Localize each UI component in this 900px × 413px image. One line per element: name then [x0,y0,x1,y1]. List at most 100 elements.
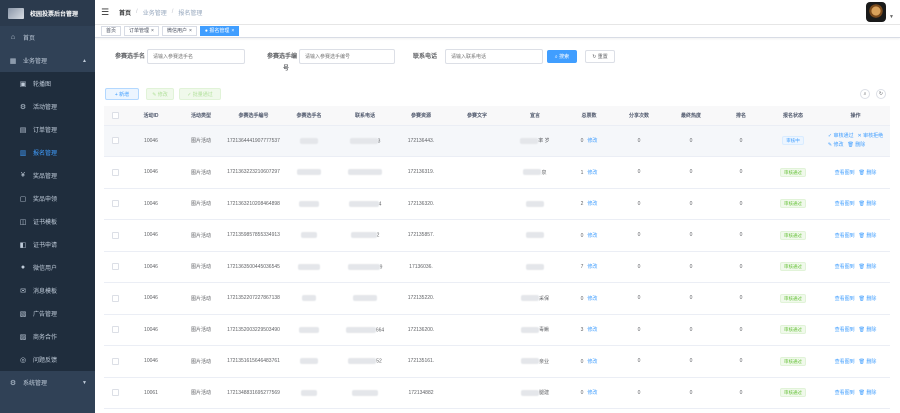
cell-declaration: 采保 [505,282,565,315]
column-header: 活动ID [126,106,176,126]
cell-contestant-name [281,156,337,189]
reset-button[interactable]: ↻ 重置 [585,50,615,63]
delete-button[interactable]: 🗑 删除 [859,327,877,333]
sidebar-item[interactable]: ⚙ 活动管理 [0,95,95,118]
table-row[interactable]: 10046 图片活动 1721363500445036545 9 17136036. 7 修… [104,251,890,283]
reject-button[interactable]: ✕ 审核拒绝 [858,133,884,139]
edit-votes-link[interactable]: 修改 [587,201,597,207]
table-row[interactable]: 10046 图片活动 1721351615646483761 52 172135161.… [104,345,890,378]
delete-button[interactable]: 🗑 删除 [859,201,877,207]
delete-button[interactable]: 🗑 删除 [859,359,877,365]
sidebar-item[interactable]: ◧ 证书申请 [0,233,95,256]
select-all-checkbox[interactable] [111,111,119,119]
delete-button[interactable]: 🗑 删除 [848,142,866,148]
delete-button[interactable]: 🗑 删除 [859,390,877,396]
edit-votes-link[interactable]: 修改 [587,138,597,144]
status-badge: 审核通过 [780,230,806,240]
search-button[interactable]: ⌕ 搜索 [547,50,577,63]
view-image-button[interactable]: 查看图到 [835,359,855,365]
sidebar-item[interactable]: ◎ 问题反馈 [0,348,95,371]
row-checkbox[interactable] [111,168,119,176]
sidebar-item[interactable]: ▨ 商务合作 [0,325,95,348]
edit-votes-link[interactable]: 修改 [587,264,597,270]
delete-button[interactable]: 🗑 删除 [859,233,877,239]
breadcrumb-item-home[interactable]: 首页 [119,8,131,17]
sidebar-item[interactable]: ▥ 报名管理 [0,141,95,164]
edit-votes-link[interactable]: 修改 [587,296,597,302]
row-checkbox[interactable] [111,357,119,365]
view-image-button[interactable]: 查看图到 [835,296,855,302]
row-checkbox[interactable] [111,263,119,271]
view-image-button[interactable]: 查看图到 [835,233,855,239]
tags-view: 首页 订单管理 × 微信用户 × ● 报名管理 × [95,25,900,38]
sidebar-item[interactable]: ◫ 证书模板 [0,210,95,233]
edit-votes-link[interactable]: 修改 [587,359,597,365]
row-checkbox[interactable] [111,326,119,334]
row-checkbox[interactable] [111,231,119,239]
edit-votes-link[interactable]: 修改 [587,327,597,333]
cell-rank: 0 [717,282,765,315]
view-image-button[interactable]: 查看图到 [835,201,855,207]
approve-button[interactable]: ✓ 审核通过 [828,133,854,139]
sidebar-item[interactable]: ▧ 广告管理 [0,302,95,325]
table-row[interactable]: 10061 图片活动 1721348831695277569 172134882 腿建 0… [104,377,890,409]
refresh-icon[interactable]: ↻ [876,89,886,99]
sidebar-item[interactable]: ⚙ 系统管理 ▼ [0,371,95,394]
tag-item[interactable]: ● 报名管理 × [199,26,240,36]
close-icon[interactable]: × [189,28,192,34]
table-row[interactable]: 10046 图片活动 1721364441907777537 3 172136443. 率… [104,125,890,157]
hamburger-icon[interactable]: ☰ [101,7,113,18]
view-image-button[interactable]: 查看图到 [835,170,855,176]
view-image-button[interactable]: 查看图到 [835,390,855,396]
grid-icon: ▦ [9,57,17,65]
edit-votes-link[interactable]: 修改 [587,170,597,176]
caret-down-icon[interactable]: ▼ [889,14,894,20]
edit-button[interactable]: ✎ 修改 [146,88,174,100]
search-toggle-icon[interactable]: ⌕ [860,89,870,99]
table-row[interactable]: 10046 图片活动 1721352003229503490 664 172136200… [104,314,890,346]
close-icon[interactable]: × [231,28,234,34]
tag-item[interactable]: 微信用户 × [161,26,197,36]
no-input[interactable] [299,49,395,64]
sidebar-item[interactable]: ▤ 订单管理 [0,118,95,141]
close-icon[interactable]: × [151,28,154,34]
add-button[interactable]: + 新增 [105,88,139,100]
row-checkbox[interactable] [111,389,119,397]
table-row[interactable]: 10046 图片活动 1721352207227867138 172135220. 采保… [104,282,890,315]
tag-item[interactable]: 首页 [101,26,122,36]
breadcrumb-item-current: 报名管理 [178,10,203,17]
cell-text [449,314,505,346]
sidebar-item[interactable]: ● 微信用户 [0,256,95,279]
row-checkbox[interactable] [111,200,119,208]
sidebar-item[interactable]: ⌂ 首页 [0,26,95,49]
delete-button[interactable]: 🗑 删除 [859,170,877,176]
delete-button[interactable]: 🗑 删除 [859,264,877,270]
edit-button[interactable]: ✎ 修改 [828,142,844,148]
delete-button[interactable]: 🗑 删除 [859,296,877,302]
cell-rank: 0 [717,219,765,252]
cooperation-icon: ▨ [19,333,27,341]
column-header: 报名状态 [765,106,821,126]
sidebar-item[interactable]: ¥ 奖品管理 [0,164,95,187]
name-input[interactable] [147,49,245,64]
table-row[interactable]: 10046 图片活动 1721363223210607297 172136319. 泉 1… [104,156,890,189]
sidebar-item[interactable]: ▣ 轮播图 [0,72,95,95]
sidebar-item[interactable]: ▢ 奖品申领 [0,187,95,210]
edit-votes-link[interactable]: 修改 [587,390,597,396]
sidebar-item[interactable]: ▦ 业务管理 ▲ [0,49,95,72]
tag-item[interactable]: 订单管理 × [124,26,159,36]
cell-rank: 0 [717,345,765,378]
row-checkbox[interactable] [111,294,119,302]
batch-approve-button[interactable]: ✓ 批量通过 [179,88,221,100]
view-image-button[interactable]: 查看图到 [835,264,855,270]
cell-contestant-no: 1721363210208464898 [227,200,280,207]
sidebar-item[interactable]: ✉ 消息模板 [0,279,95,302]
phone-input[interactable] [445,49,543,64]
table-row[interactable]: 10046 图片活动 1721363210208464898 4 172136320. 2… [104,188,890,220]
avatar[interactable] [866,2,886,22]
view-image-button[interactable]: 查看图到 [835,327,855,333]
table-row[interactable]: 10046 图片活动 1721359857855334913 2 172135857. 0… [104,219,890,252]
cell-share: 0 [613,156,665,189]
row-checkbox[interactable] [111,137,119,145]
edit-votes-link[interactable]: 修改 [587,233,597,239]
